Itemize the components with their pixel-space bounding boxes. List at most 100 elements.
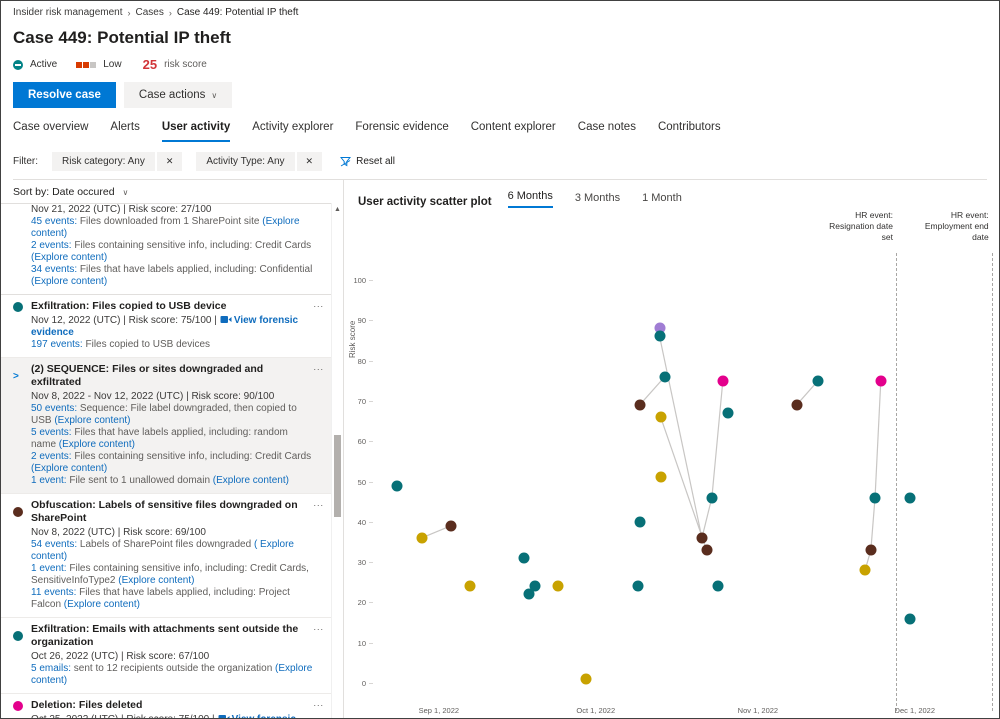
event-count-link[interactable]: 5 events: — [31, 427, 72, 438]
resolve-case-button[interactable]: Resolve case — [13, 82, 116, 108]
scatter-point[interactable] — [722, 407, 733, 418]
tab-contributors[interactable]: Contributors — [658, 121, 721, 142]
explore-content-link[interactable]: (Explore content) — [31, 663, 312, 686]
scatter-point[interactable] — [865, 545, 876, 556]
event-count-link[interactable]: 11 events: — [31, 587, 76, 598]
more-actions-button[interactable]: ... — [313, 498, 324, 508]
case-actions-button[interactable]: Case actions∨ — [124, 82, 232, 108]
breadcrumb-cases[interactable]: Cases — [136, 7, 164, 18]
explore-content-link[interactable]: (Explore content) — [64, 599, 140, 610]
scatter-point[interactable] — [634, 516, 645, 527]
scatter-point[interactable] — [416, 532, 427, 543]
scatter-point[interactable] — [813, 375, 824, 386]
scatter-point[interactable] — [904, 613, 915, 624]
scrollbar-thumb[interactable] — [334, 435, 341, 517]
tab-user-activity[interactable]: User activity — [162, 121, 230, 142]
scatter-point[interactable] — [904, 492, 915, 503]
clear-filter-icon — [340, 156, 351, 167]
forensic-camera-icon — [220, 315, 232, 324]
tab-content-explorer[interactable]: Content explorer — [471, 121, 556, 142]
event-count-link[interactable]: 1 event: — [31, 475, 67, 486]
range-tab-6-months[interactable]: 6 Months — [508, 190, 553, 208]
tab-forensic-evidence[interactable]: Forensic evidence — [355, 121, 448, 142]
scatter-point[interactable] — [696, 532, 707, 543]
event-count-link[interactable]: 54 events: — [31, 539, 77, 550]
explore-content-link[interactable]: (Explore content) — [54, 415, 130, 426]
view-forensic-evidence-link[interactable]: View forensic evidence — [31, 714, 296, 719]
event-count-link[interactable]: 2 events: — [31, 240, 72, 251]
tab-case-notes[interactable]: Case notes — [578, 121, 636, 142]
more-actions-button[interactable]: ... — [313, 622, 324, 632]
scatter-point[interactable] — [870, 492, 881, 503]
activity-type-chip-label[interactable]: Activity Type: Any — [196, 152, 294, 171]
scatter-point[interactable] — [655, 412, 666, 423]
explore-content-link[interactable]: (Explore content) — [213, 475, 289, 486]
scatter-point[interactable] — [860, 565, 871, 576]
breadcrumb-chevron-icon: › — [169, 8, 172, 18]
close-icon[interactable]: ✕ — [295, 152, 323, 171]
chart-header: User activity scatter plot 6 Months 3 Mo… — [344, 180, 999, 208]
explore-content-link[interactable]: (Explore content) — [31, 463, 107, 474]
explore-content-link[interactable]: (Explore content) — [118, 575, 194, 586]
event-count-link[interactable]: 45 events: — [31, 216, 77, 227]
risk-category-chip-label[interactable]: Risk category: Any — [52, 152, 155, 171]
risk-score-value: 25 — [143, 57, 157, 72]
event-count-link[interactable]: 197 events: — [31, 339, 83, 350]
scatter-point[interactable] — [445, 520, 456, 531]
scatter-point[interactable] — [519, 553, 530, 564]
explore-content-link[interactable]: (Explore content) — [31, 276, 107, 287]
range-tab-1-month[interactable]: 1 Month — [642, 192, 682, 208]
page-title: Case 449: Potential IP theft — [13, 28, 999, 48]
scatter-point[interactable] — [632, 581, 643, 592]
scatter-point[interactable] — [654, 331, 665, 342]
sequence-expand-chevron-icon[interactable]: > — [13, 371, 23, 382]
list-item[interactable]: Nov 21, 2022 (UTC) | Risk score: 27/1004… — [1, 203, 332, 295]
list-item[interactable]: ...Exfiltration: Files copied to USB dev… — [1, 295, 332, 358]
more-actions-button[interactable]: ... — [313, 299, 324, 309]
event-count-link[interactable]: 2 events: — [31, 451, 72, 462]
scatter-point[interactable] — [875, 375, 886, 386]
severity-label: Low — [103, 59, 121, 70]
scatter-point[interactable] — [791, 399, 802, 410]
view-forensic-evidence-link[interactable]: View forensic evidence — [31, 315, 298, 338]
scatter-point[interactable] — [655, 472, 666, 483]
scatter-point[interactable] — [706, 492, 717, 503]
more-actions-button[interactable]: ... — [313, 362, 324, 372]
list-item[interactable]: ...>(2) SEQUENCE: Files or sites downgra… — [1, 358, 332, 494]
filter-chip-activity-type: Activity Type: Any ✕ — [196, 152, 322, 171]
event-count-link[interactable]: 1 event: — [31, 563, 67, 574]
scatter-point[interactable] — [634, 399, 645, 410]
event-count-link[interactable]: 5 emails: — [31, 663, 71, 674]
list-scrollbar[interactable]: ▲ — [331, 203, 343, 719]
list-item[interactable]: ...Obfuscation: Labels of sensitive file… — [1, 494, 332, 618]
explore-content-link[interactable]: (Explore content) — [59, 439, 135, 450]
event-count-link[interactable]: 34 events: — [31, 264, 77, 275]
scatter-point[interactable] — [392, 480, 403, 491]
reset-all-filters-button[interactable]: Reset all — [340, 156, 395, 167]
hr-event-dashed-line — [992, 253, 993, 711]
tab-alerts[interactable]: Alerts — [110, 121, 139, 142]
event-count-link[interactable]: 50 events: — [31, 403, 77, 414]
tab-activity-explorer[interactable]: Activity explorer — [252, 121, 333, 142]
tab-case-overview[interactable]: Case overview — [13, 121, 88, 142]
scatter-point[interactable] — [717, 375, 728, 386]
range-tab-3-months[interactable]: 3 Months — [575, 192, 620, 208]
more-actions-button[interactable]: ... — [313, 698, 324, 708]
breadcrumb-insider-risk[interactable]: Insider risk management — [13, 7, 123, 18]
scatter-point[interactable] — [712, 581, 723, 592]
activity-meta: Nov 8, 2022 (UTC) | Risk score: 69/100 — [31, 527, 314, 539]
scroll-up-icon[interactable]: ▲ — [332, 203, 343, 213]
scatter-point[interactable] — [659, 371, 670, 382]
activity-detail-line: 54 events: Labels of SharePoint files do… — [31, 539, 314, 563]
explore-content-link[interactable]: (Explore content) — [31, 252, 107, 263]
breadcrumb: Insider risk management › Cases › Case 4… — [13, 1, 999, 18]
list-item[interactable]: ...Deletion: Files deletedOct 25, 2022 (… — [1, 694, 332, 719]
scatter-point[interactable] — [580, 673, 591, 684]
scatter-point[interactable] — [553, 581, 564, 592]
scatter-point[interactable] — [464, 581, 475, 592]
list-item[interactable]: ...Exfiltration: Emails with attachments… — [1, 618, 332, 694]
close-icon[interactable]: ✕ — [155, 152, 183, 171]
scatter-point[interactable] — [530, 581, 541, 592]
scatter-point[interactable] — [701, 545, 712, 556]
sort-by-control[interactable]: Sort by: Date occured ∨ — [1, 180, 343, 203]
